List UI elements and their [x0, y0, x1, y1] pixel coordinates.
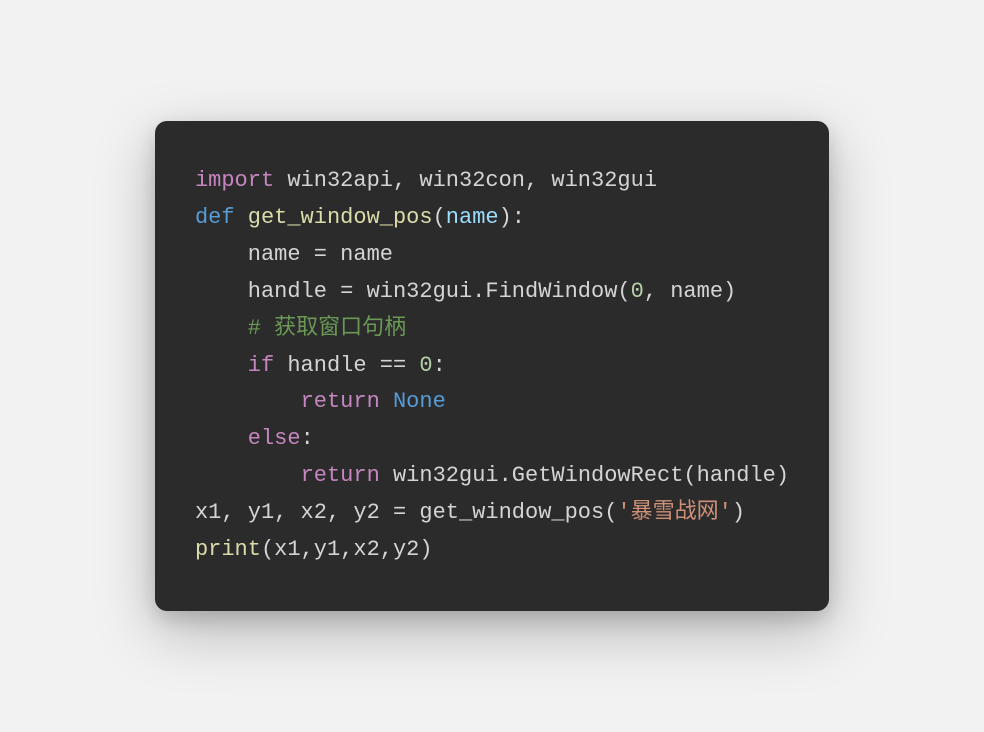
keyword-return: return: [301, 389, 380, 414]
code-line-5: # 获取窗口句柄: [195, 316, 406, 341]
print-args: (x1,y1,x2,y2): [261, 537, 433, 562]
code-line-9: return win32gui.GetWindowRect(handle): [195, 463, 789, 488]
space: [380, 389, 393, 414]
code-block: import win32api, win32con, win32gui def …: [155, 121, 829, 611]
code-line-4: handle = win32gui.FindWindow(0, name): [195, 279, 736, 304]
builtin-print: print: [195, 537, 261, 562]
indent: [195, 316, 248, 341]
code-line-6: if handle == 0:: [195, 353, 446, 378]
string-literal: '暴雪战网': [617, 500, 731, 525]
assignment: name = name: [248, 242, 393, 267]
indent: [195, 389, 301, 414]
code-line-3: name = name: [195, 242, 393, 267]
keyword-none: None: [393, 389, 446, 414]
code-line-2: def get_window_pos(name):: [195, 205, 525, 230]
indent: [195, 353, 248, 378]
param-name: name: [446, 205, 499, 230]
tuple-assign: x1, y1, x2, y2 = get_window_pos(: [195, 500, 617, 525]
code-line-11: print(x1,y1,x2,y2): [195, 537, 433, 562]
call-expr: handle = win32gui.FindWindow(: [248, 279, 631, 304]
code-line-7: return None: [195, 389, 446, 414]
indent: [195, 426, 248, 451]
indent: [195, 242, 248, 267]
indent: [195, 279, 248, 304]
paren-close: ): [732, 500, 745, 525]
return-expr: win32gui.GetWindowRect(handle): [380, 463, 789, 488]
code-line-1: import win32api, win32con, win32gui: [195, 168, 657, 193]
number-literal: 0: [631, 279, 644, 304]
comment: # 获取窗口句柄: [248, 316, 406, 341]
function-name: get_window_pos: [235, 205, 433, 230]
code-line-8: else:: [195, 426, 314, 451]
paren-open: (: [433, 205, 446, 230]
number-literal: 0: [419, 353, 432, 378]
keyword-import: import: [195, 168, 274, 193]
keyword-else: else: [248, 426, 301, 451]
paren-close: ):: [499, 205, 525, 230]
code-line-10: x1, y1, x2, y2 = get_window_pos('暴雪战网'): [195, 500, 745, 525]
module-list: win32api, win32con, win32gui: [274, 168, 657, 193]
colon: :: [433, 353, 446, 378]
keyword-def: def: [195, 205, 235, 230]
condition: handle ==: [274, 353, 419, 378]
colon: :: [301, 426, 314, 451]
indent: [195, 463, 301, 488]
keyword-return: return: [301, 463, 380, 488]
keyword-if: if: [248, 353, 274, 378]
call-args: , name): [644, 279, 736, 304]
